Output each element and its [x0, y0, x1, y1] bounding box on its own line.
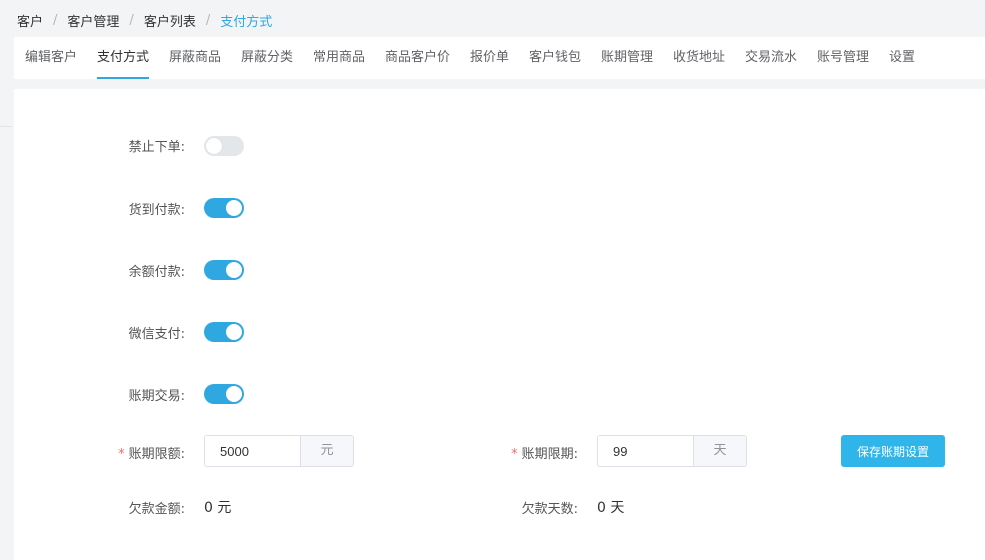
debt-days-value: 0 天 — [597, 500, 625, 516]
tab-transactions[interactable]: 交易流水 — [745, 37, 797, 79]
debt-days-label: 欠款天数: — [521, 502, 578, 517]
credit-limit-unit: 元 — [300, 436, 353, 466]
credit-term-label: * 账期限期: — [458, 443, 578, 462]
credit-term-input-group: 天 — [597, 435, 747, 467]
tab-blocked-products[interactable]: 屏蔽商品 — [169, 37, 221, 79]
balance-payment-switch[interactable] — [204, 260, 244, 280]
tab-customer-wallet[interactable]: 客户钱包 — [529, 37, 581, 79]
breadcrumb-separator: / — [129, 12, 134, 28]
breadcrumb-separator: / — [53, 12, 58, 28]
switch-knob — [226, 324, 242, 340]
credit-term-input[interactable] — [598, 436, 693, 466]
credit-limit-label: * 账期限额: — [65, 443, 185, 462]
tab-bar: 编辑客户 支付方式 屏蔽商品 屏蔽分类 常用商品 商品客户价 报价单 客户钱包 … — [14, 37, 985, 79]
breadcrumb: 客户 / 客户管理 / 客户列表 / 支付方式 — [17, 10, 272, 30]
cash-on-delivery-switch[interactable] — [204, 198, 244, 218]
credit-term-label-text: 账期限期: — [521, 447, 578, 462]
credit-limit-input[interactable] — [205, 436, 300, 466]
switch-label-wechat-pay: 微信支付: — [128, 327, 185, 342]
switch-label-disable-order: 禁止下单: — [128, 140, 185, 155]
required-mark: * — [118, 447, 125, 462]
tab-settings[interactable]: 设置 — [889, 37, 915, 79]
tab-blocked-categories[interactable]: 屏蔽分类 — [241, 37, 293, 79]
breadcrumb-item-customer-list[interactable]: 客户列表 — [144, 11, 196, 30]
switch-knob — [226, 262, 242, 278]
debt-amount-value: 0 元 — [204, 500, 232, 516]
tab-common-products[interactable]: 常用商品 — [313, 37, 365, 79]
switch-label-credit-trade: 账期交易: — [128, 389, 185, 404]
payment-settings-panel: 禁止下单: 货到付款: 余额付款: 微信支付: 账期交易: *账期限额: 元 *… — [14, 89, 985, 560]
tab-payment-methods[interactable]: 支付方式 — [97, 37, 149, 79]
tab-edit-customer[interactable]: 编辑客户 — [25, 37, 77, 79]
debt-amount-label: 欠款金额: — [128, 502, 185, 517]
tab-customer-prices[interactable]: 商品客户价 — [385, 37, 450, 79]
breadcrumb-current: 支付方式 — [220, 14, 273, 30]
switch-label-cash-on-delivery: 货到付款: — [128, 203, 185, 218]
disable-order-switch[interactable] — [204, 136, 244, 156]
breadcrumb-separator: / — [205, 12, 211, 28]
required-mark: * — [511, 447, 518, 462]
sidebar-edge — [0, 0, 12, 560]
save-credit-settings-button[interactable]: 保存账期设置 — [841, 435, 945, 467]
switch-knob — [226, 386, 242, 402]
switch-label-balance-payment: 余额付款: — [128, 265, 185, 280]
wechat-pay-switch[interactable] — [204, 322, 244, 342]
credit-limit-label-text: 账期限额: — [128, 447, 185, 462]
tab-account-management[interactable]: 账号管理 — [817, 37, 869, 79]
credit-term-unit: 天 — [693, 436, 746, 466]
active-tab-indicator — [97, 77, 149, 79]
breadcrumb-item-customer-management[interactable]: 客户管理 — [67, 11, 119, 30]
tab-credit-management[interactable]: 账期管理 — [601, 37, 653, 79]
credit-limit-input-group: 元 — [204, 435, 354, 467]
sidebar-divider — [0, 126, 12, 127]
switch-knob — [206, 138, 222, 154]
tab-quotation[interactable]: 报价单 — [470, 37, 509, 79]
tab-shipping-address[interactable]: 收货地址 — [673, 37, 725, 79]
switch-knob — [226, 200, 242, 216]
credit-trade-switch[interactable] — [204, 384, 244, 404]
breadcrumb-item-customer[interactable]: 客户 — [17, 11, 43, 30]
